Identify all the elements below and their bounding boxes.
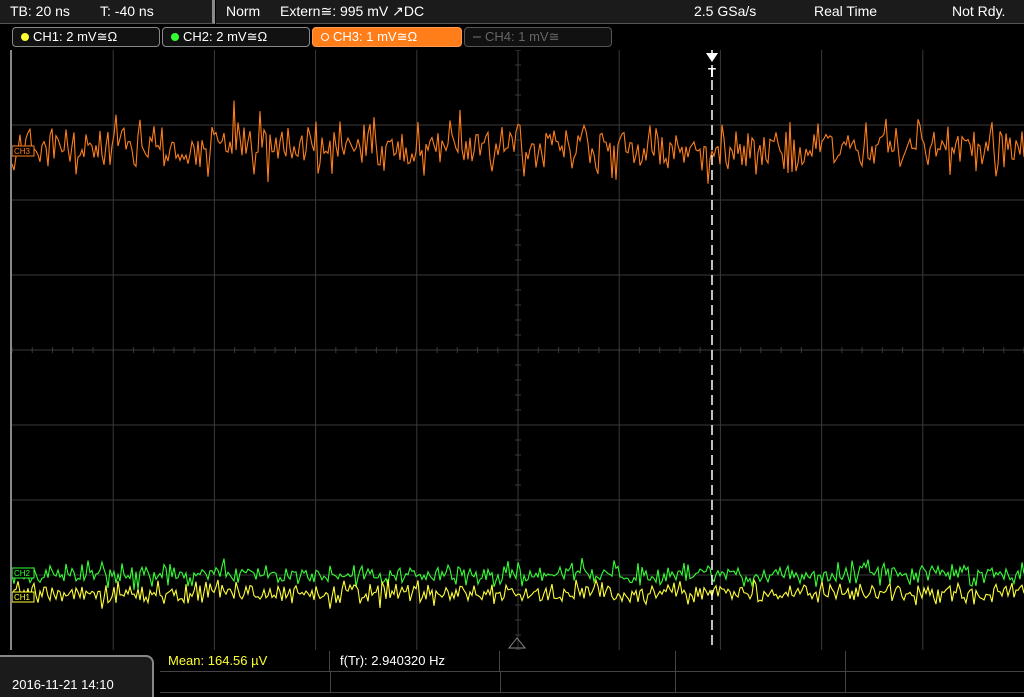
trigger-frequency[interactable]: f(Tr): 2.940320 Hz — [330, 651, 500, 671]
measurement-slot[interactable] — [500, 672, 676, 692]
measurement-panel: Mean: 164.56 µV f(Tr): 2.940320 Hz — [160, 651, 1024, 695]
timebase-panel[interactable]: TB: 20 ns T: -40 ns — [0, 0, 215, 24]
ch3-marker-label: CH3 — [14, 147, 31, 156]
trigger-marker-label: T — [708, 65, 716, 80]
trigger-arrow-icon[interactable] — [706, 53, 718, 62]
status-text: Not Rdy. — [952, 3, 1006, 19]
ch2-dot-icon — [171, 33, 179, 41]
acquisition-panel[interactable]: Norm Extern≅: 995 mV ↗DC 2.5 GSa/s Real … — [216, 0, 1024, 24]
measurement-row: Mean: 164.56 µV f(Tr): 2.940320 Hz — [160, 651, 1024, 672]
measurement-slot[interactable] — [845, 651, 1024, 671]
measurement-slot[interactable] — [675, 651, 846, 671]
ch2-level-marker[interactable]: CH2 — [11, 567, 35, 579]
sample-rate: 2.5 GSa/s — [694, 3, 757, 19]
datetime: 2016-11-21 14:10 — [12, 677, 114, 692]
acq-mode: Norm — [226, 3, 261, 19]
ch2-label: CH2: 2 mV≅Ω — [183, 29, 268, 44]
ch2-tab[interactable]: CH2: 2 mV≅Ω — [162, 27, 310, 47]
acq-type: Real Time — [814, 3, 878, 19]
waveform-display[interactable]: T CH3 CH2 CH1 — [10, 49, 1024, 651]
ch1-label: CH1: 2 mV≅Ω — [33, 29, 118, 44]
measurement-slot[interactable] — [330, 672, 501, 692]
measurement-slot[interactable] — [500, 651, 676, 671]
status-bar: TB: 20 ns T: -40 ns Norm Extern≅: 995 mV… — [0, 0, 1024, 24]
graticule — [11, 49, 1024, 651]
datetime-panel[interactable]: 2016-11-21 14:10 — [0, 655, 154, 697]
waveform-svg: T CH3 CH2 CH1 — [11, 49, 1024, 651]
mean-measurement[interactable]: Mean: 164.56 µV — [160, 651, 330, 671]
ch2-marker-label: CH2 — [14, 569, 31, 578]
ch4-tab[interactable]: CH4: 1 mV≅ — [464, 27, 612, 47]
ch3-tab[interactable]: CH3: 1 mV≅Ω — [312, 27, 462, 47]
timebase-value: TB: 20 ns — [10, 3, 70, 19]
ch1-marker-label: CH1 — [14, 593, 31, 602]
measurement-row — [160, 672, 1024, 693]
ch3-label: CH3: 1 mV≅Ω — [333, 29, 418, 44]
trigger-time-value: T: -40 ns — [100, 3, 154, 19]
ch1-level-marker[interactable]: CH1 — [11, 591, 35, 603]
ch4-label: CH4: 1 mV≅ — [485, 29, 560, 44]
measurement-slot[interactable] — [160, 672, 331, 692]
channel-tabs: CH1: 2 mV≅Ω CH2: 2 mV≅Ω CH3: 1 mV≅Ω CH4:… — [0, 24, 1024, 50]
ch3-dot-icon — [321, 33, 329, 41]
measurement-slot[interactable] — [845, 672, 1024, 692]
ch1-tab[interactable]: CH1: 2 mV≅Ω — [12, 27, 160, 47]
ch4-dash-icon — [473, 36, 481, 38]
ch3-level-marker[interactable]: CH3 — [11, 145, 35, 157]
measurement-slot[interactable] — [675, 672, 846, 692]
trigger-info: Extern≅: 995 mV ↗DC — [280, 3, 425, 19]
footer: 2016-11-21 14:10 Mean: 164.56 µV f(Tr): … — [0, 651, 1024, 697]
ch1-dot-icon — [21, 33, 29, 41]
time-reference-icon — [507, 637, 527, 649]
